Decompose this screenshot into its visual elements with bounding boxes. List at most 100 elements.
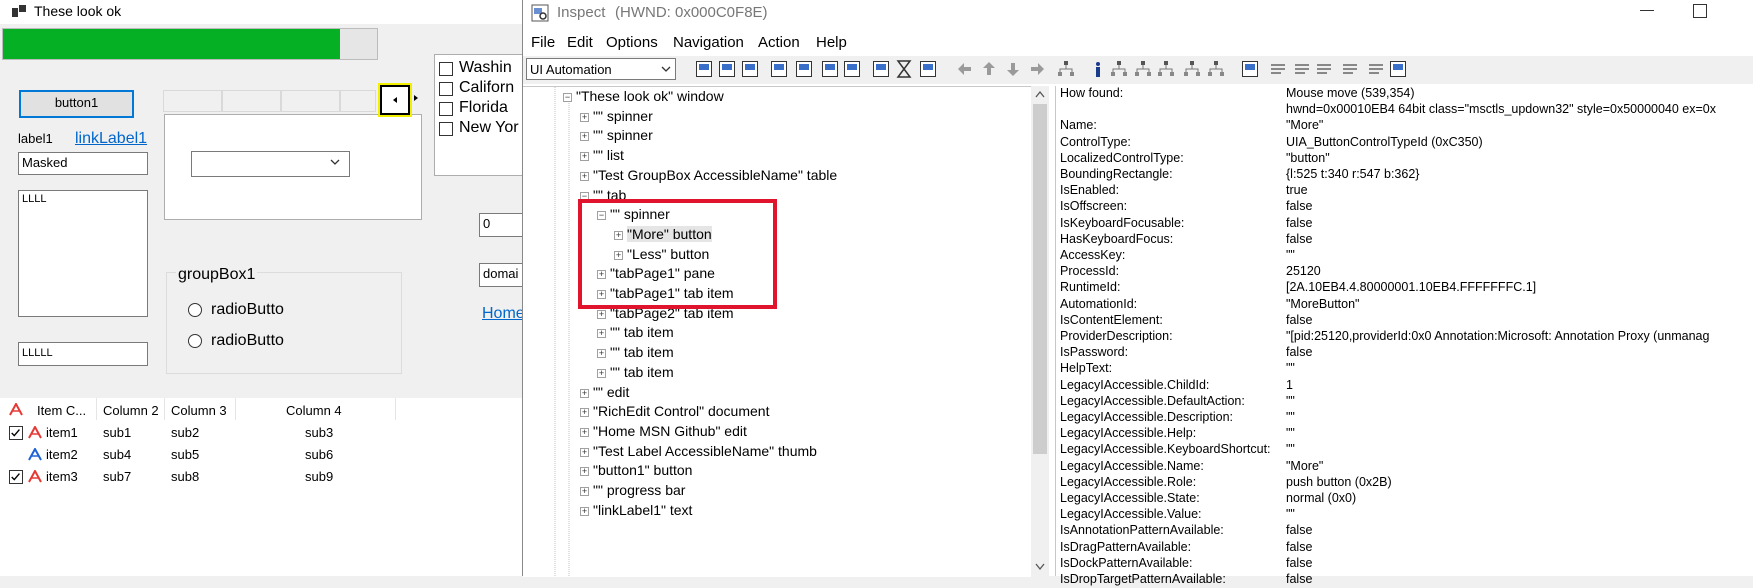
menu-options[interactable]: Options: [606, 34, 658, 51]
tree-item[interactable]: + "Home MSN Github" edit: [523, 422, 1023, 444]
nav-right-icon[interactable]: [1028, 60, 1046, 78]
tree-item[interactable]: + "Test Label AccessibleName" thumb: [523, 442, 1023, 464]
property-row[interactable]: RuntimeId: [2A.10EB4.4.80000001.10EB4.FFF…: [1056, 280, 1753, 296]
maximize-icon[interactable]: [1693, 4, 1707, 18]
property-row[interactable]: ProviderDescription: "[pid:25120,provider…: [1056, 329, 1753, 345]
property-row[interactable]: BoundingRectangle: {l:525 t:340 r:547 b:3…: [1056, 167, 1753, 183]
checkbox[interactable]: [439, 122, 453, 136]
hourglass-icon[interactable]: [895, 60, 913, 78]
list-1-icon[interactable]: [1269, 60, 1287, 78]
list-2-icon[interactable]: [1293, 60, 1311, 78]
tree-4-icon[interactable]: [1183, 60, 1201, 78]
property-row[interactable]: IsDockPatternAvailable: false: [1056, 556, 1753, 572]
property-row[interactable]: LegacyIAccessible.State: normal (0x0): [1056, 491, 1753, 507]
expand-icon[interactable]: +: [580, 171, 589, 181]
expand-icon[interactable]: +: [580, 506, 589, 516]
expand-icon[interactable]: +: [597, 309, 606, 319]
property-row[interactable]: IsAnnotationPatternAvailable: false: [1056, 523, 1753, 539]
checkbox[interactable]: [439, 102, 453, 116]
property-row[interactable]: IsKeyboardFocusable: false: [1056, 216, 1753, 232]
link-label1[interactable]: linkLabel1: [75, 130, 147, 148]
combobox[interactable]: [191, 151, 350, 177]
expand-icon[interactable]: +: [597, 349, 606, 359]
property-row[interactable]: AutomationId: "MoreButton": [1056, 297, 1753, 313]
screenshot-icon[interactable]: [919, 60, 937, 78]
properties-pane[interactable]: How found: Mouse move (539,354) hwnd=0x000…: [1055, 86, 1753, 586]
property-row[interactable]: LegacyIAccessible.ChildId: 1: [1056, 378, 1753, 394]
property-row[interactable]: IsPassword: false: [1056, 345, 1753, 361]
select-rect-icon[interactable]: [770, 60, 788, 78]
tree-item[interactable]: + "Test GroupBox AccessibleName" table: [523, 166, 1023, 188]
checkbox[interactable]: [439, 82, 453, 96]
nav-down-icon[interactable]: [1004, 60, 1022, 78]
checklist-item[interactable]: Florida: [439, 99, 527, 119]
column-header[interactable]: Column 2: [103, 398, 165, 420]
column-header[interactable]: Item C...: [37, 398, 97, 420]
expand-icon[interactable]: +: [580, 388, 589, 398]
expand-icon[interactable]: +: [580, 447, 589, 457]
tab-item[interactable]: [163, 90, 222, 112]
tree-item[interactable]: + "" list: [523, 146, 1023, 168]
property-row[interactable]: LegacyIAccessible.Description: "": [1056, 410, 1753, 426]
tree-item[interactable]: + "" spinner: [523, 126, 1023, 148]
scroll-up-icon[interactable]: [1035, 90, 1045, 98]
tab-item[interactable]: [340, 90, 376, 112]
properties-icon[interactable]: [741, 60, 759, 78]
expand-icon[interactable]: +: [580, 132, 589, 142]
checklist-item[interactable]: New Yor: [439, 119, 527, 139]
column-header[interactable]: Column 4: [286, 398, 396, 420]
tree-vertical-scrollbar[interactable]: [1031, 86, 1049, 576]
app-titlebar[interactable]: These look ok: [0, 0, 527, 24]
flag-icon[interactable]: [1241, 60, 1259, 78]
checked-listbox[interactable]: Washin Californ Florida New Yor: [434, 54, 527, 176]
menu-action[interactable]: Action: [758, 34, 800, 51]
home-link[interactable]: Home: [482, 305, 525, 323]
tree-item[interactable]: + "linkLabel1" text: [523, 501, 1023, 523]
property-row[interactable]: LegacyIAccessible.Role: push button (0x2B…: [1056, 475, 1753, 491]
expand-icon[interactable]: +: [580, 467, 589, 477]
property-row[interactable]: Name: "More": [1056, 118, 1753, 134]
property-row[interactable]: How found: Mouse move (539,354): [1056, 86, 1753, 102]
property-row[interactable]: IsDragPatternAvailable: false: [1056, 540, 1753, 556]
expand-icon[interactable]: +: [597, 368, 606, 378]
checklist-item[interactable]: Californ: [439, 79, 527, 99]
tab-item[interactable]: [222, 90, 281, 112]
property-row[interactable]: AccessKey: "": [1056, 248, 1753, 264]
tree-item[interactable]: + "" tab item: [523, 363, 1023, 385]
menu-edit[interactable]: Edit: [567, 34, 593, 51]
menu-help[interactable]: Help: [816, 34, 847, 51]
column-header[interactable]: Column 3: [171, 398, 236, 420]
list-4-icon[interactable]: [1341, 60, 1359, 78]
menu-file[interactable]: File: [531, 34, 555, 51]
refresh-2-icon[interactable]: [1389, 60, 1407, 78]
expand-icon[interactable]: +: [580, 487, 589, 496]
expand-icon[interactable]: +: [580, 408, 589, 418]
tree-item[interactable]: + "" spinner: [523, 107, 1023, 129]
nav-up-icon[interactable]: [980, 60, 998, 78]
tree-item[interactable]: + "" tab item: [523, 343, 1023, 365]
tree-item[interactable]: + "button1" button: [523, 461, 1023, 483]
tree-item[interactable]: + "" tab item: [523, 323, 1023, 345]
arrow-left-icon[interactable]: [389, 94, 401, 106]
list-5-icon[interactable]: [1367, 60, 1385, 78]
checklist-item[interactable]: Washin: [439, 59, 527, 79]
tree-2-icon[interactable]: [1134, 60, 1152, 78]
tree-item[interactable]: + "" edit: [523, 383, 1023, 405]
menu-navigation[interactable]: Navigation: [673, 34, 744, 51]
expand-icon[interactable]: +: [580, 112, 589, 122]
property-row[interactable]: LegacyIAccessible.DefaultAction: "": [1056, 394, 1753, 410]
button1[interactable]: button1: [19, 90, 134, 118]
property-row[interactable]: LegacyIAccessible.Name: "More": [1056, 459, 1753, 475]
expand-icon[interactable]: +: [597, 329, 606, 339]
property-row[interactable]: LegacyIAccessible.Help: "": [1056, 426, 1753, 442]
property-row[interactable]: hwnd=0x00010EB4 64bit class="msctls_updo…: [1056, 102, 1753, 118]
nav-left-icon[interactable]: [956, 60, 974, 78]
refresh-icon[interactable]: [695, 60, 713, 78]
expand-icon[interactable]: +: [580, 427, 589, 437]
numeric-updown[interactable]: 0: [479, 213, 527, 237]
inspect-titlebar[interactable]: Inspect (HWND: 0x000C0F8E): [523, 0, 1753, 26]
row-checkbox[interactable]: [9, 470, 23, 484]
tree-5-icon[interactable]: [1207, 60, 1225, 78]
table-row[interactable]: item2 sub4 sub5 sub6: [0, 444, 527, 466]
property-row[interactable]: IsContentElement: false: [1056, 313, 1753, 329]
